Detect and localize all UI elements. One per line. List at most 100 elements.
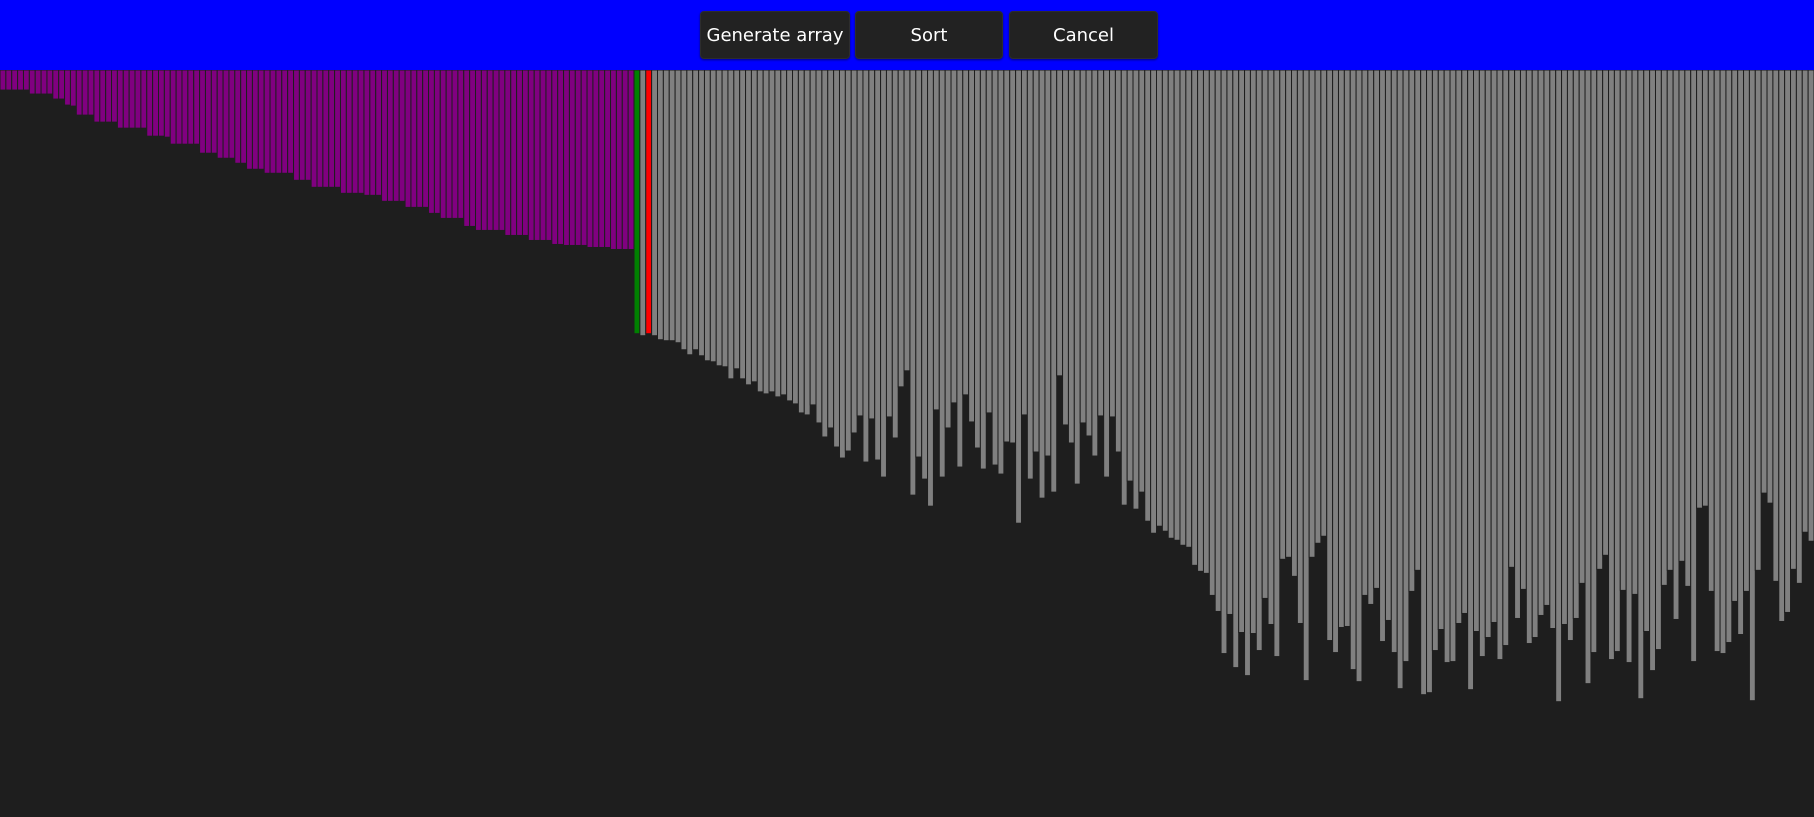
array-bar bbox=[645, 70, 653, 335]
array-bar bbox=[985, 70, 993, 414]
array-bar bbox=[480, 70, 488, 231]
array-bar bbox=[175, 70, 183, 145]
array-bar bbox=[1631, 70, 1639, 595]
array-bar bbox=[1390, 70, 1398, 654]
array-bar bbox=[1226, 70, 1234, 615]
array-bar bbox=[838, 70, 846, 459]
array-bar bbox=[228, 70, 236, 159]
array-bar bbox=[850, 70, 858, 434]
cancel-button[interactable]: Cancel bbox=[1009, 11, 1158, 59]
toolbar: Generate array Sort Cancel bbox=[0, 0, 1814, 70]
array-bar bbox=[1748, 70, 1756, 702]
array-bar bbox=[768, 70, 776, 393]
array-bar bbox=[815, 70, 823, 424]
array-bar bbox=[322, 70, 330, 188]
array-bar bbox=[381, 70, 388, 202]
array-bar bbox=[662, 70, 670, 342]
array-bar bbox=[733, 70, 741, 370]
array-bar bbox=[1519, 70, 1527, 590]
array-bar bbox=[1326, 70, 1334, 642]
array-bar bbox=[1790, 70, 1797, 570]
array-bar bbox=[1590, 70, 1598, 654]
array-bar bbox=[1150, 70, 1158, 534]
array-visualization bbox=[0, 70, 1814, 817]
array-bar bbox=[1044, 70, 1052, 457]
array-bar bbox=[1238, 70, 1246, 634]
array-bar bbox=[351, 70, 359, 194]
array-bar bbox=[492, 70, 500, 231]
array-bar bbox=[1525, 70, 1533, 645]
array-bar bbox=[527, 70, 535, 241]
array-bar bbox=[1649, 70, 1656, 672]
array-bar bbox=[1109, 70, 1116, 418]
array-bar bbox=[979, 70, 987, 470]
array-bar bbox=[1003, 70, 1011, 443]
array-bar bbox=[5, 70, 13, 91]
array-bar bbox=[516, 70, 523, 236]
array-bar bbox=[439, 70, 447, 219]
array-bar bbox=[1578, 70, 1586, 584]
array-bar bbox=[1743, 70, 1750, 592]
array-bar bbox=[1308, 70, 1316, 558]
array-bar bbox=[868, 70, 876, 420]
array-bar bbox=[557, 70, 565, 245]
array-bar bbox=[1696, 70, 1703, 509]
array-bar bbox=[1320, 70, 1328, 537]
array-bar bbox=[204, 70, 212, 154]
array-bar bbox=[563, 70, 570, 246]
array-bar bbox=[1572, 70, 1580, 619]
array-bar bbox=[874, 70, 882, 461]
array-bar bbox=[293, 70, 300, 181]
array-bar bbox=[69, 70, 77, 107]
array-bar bbox=[715, 70, 723, 367]
array-bar bbox=[1414, 70, 1422, 571]
array-bar bbox=[968, 70, 976, 423]
array-bar bbox=[1625, 70, 1633, 664]
array-bar bbox=[1619, 70, 1627, 591]
array-bar bbox=[932, 70, 940, 411]
array-bar bbox=[909, 70, 917, 496]
array-bar bbox=[1261, 70, 1269, 599]
array-bar bbox=[486, 70, 494, 231]
array-bar bbox=[1807, 70, 1814, 542]
array-bar bbox=[410, 70, 418, 208]
array-bar bbox=[586, 70, 594, 248]
sorting-visualizer-app: Generate array Sort Cancel bbox=[0, 0, 1814, 817]
array-bar bbox=[1026, 70, 1034, 480]
array-bar bbox=[34, 70, 42, 95]
array-bar bbox=[1478, 70, 1486, 658]
array-bar bbox=[997, 70, 1005, 475]
array-bar bbox=[574, 70, 582, 246]
array-bar bbox=[1132, 70, 1140, 510]
array-bar bbox=[422, 70, 430, 208]
array-bar bbox=[1502, 70, 1510, 647]
array-bar bbox=[1602, 70, 1610, 556]
array-bar bbox=[1332, 70, 1339, 654]
array-bar bbox=[1220, 70, 1228, 655]
array-bar bbox=[328, 70, 336, 188]
array-bar bbox=[627, 70, 635, 250]
array-bar bbox=[1214, 70, 1222, 612]
array-bar bbox=[803, 70, 811, 416]
array-bar bbox=[298, 70, 306, 181]
array-bar bbox=[833, 70, 840, 448]
array-bar bbox=[469, 70, 477, 227]
array-bar bbox=[1737, 70, 1745, 636]
array-bar bbox=[698, 70, 705, 357]
array-bar bbox=[1467, 70, 1475, 691]
array-bar bbox=[727, 70, 735, 380]
array-bar bbox=[739, 70, 747, 380]
array-bar bbox=[604, 70, 612, 248]
array-bar bbox=[1731, 70, 1739, 602]
generate-array-button[interactable]: Generate array bbox=[700, 11, 850, 59]
sort-button[interactable]: Sort bbox=[855, 11, 1003, 59]
array-bar bbox=[1085, 70, 1093, 437]
array-bar bbox=[750, 70, 758, 383]
array-bar bbox=[163, 70, 171, 138]
array-bar bbox=[1473, 70, 1480, 632]
array-bar bbox=[903, 70, 911, 372]
array-bar bbox=[844, 70, 852, 452]
array-bar bbox=[1384, 70, 1392, 621]
array-bar bbox=[762, 70, 770, 395]
array-bar bbox=[158, 70, 165, 137]
